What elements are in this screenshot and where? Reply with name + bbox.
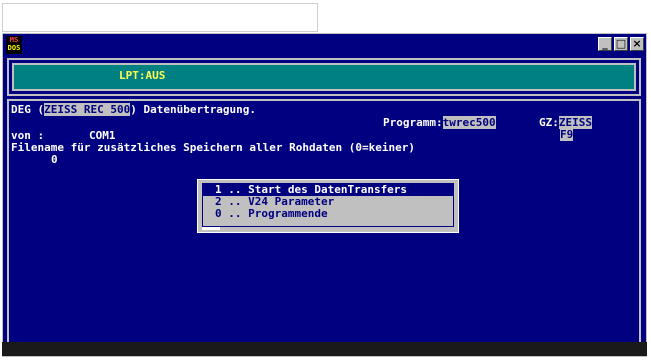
- gz-sub-line: F9: [560, 128, 574, 141]
- header-prefix: DEG (: [11, 103, 45, 116]
- menu-frame: 1 .. Start des DatenTransfers 2 .. V24 P…: [202, 183, 454, 227]
- window-controls: _ □ ×: [598, 37, 644, 51]
- main-panel: DEG (ZEISS REC 500) Datenübertragung. Pr…: [7, 99, 641, 345]
- text-cursor: [202, 227, 220, 230]
- status-bar: LPT:AUS: [12, 63, 636, 91]
- icon-text-top: MS: [9, 36, 19, 44]
- status-panel: LPT:AUS: [7, 58, 641, 96]
- bottom-strip: [2, 342, 647, 356]
- device-header-line: DEG (ZEISS REC 500) Datenübertragung.: [11, 103, 256, 116]
- dos-console-window[interactable]: MS DOS _ □ × LPT:AUS DEG (ZEISS REC 500)…: [2, 33, 647, 357]
- device-name-field[interactable]: ZEISS REC 500: [44, 103, 131, 116]
- programm-value[interactable]: twrec500: [442, 116, 496, 129]
- address-strip: [2, 3, 318, 32]
- programm-label: Programm:: [383, 116, 443, 129]
- programm-line: Programm:twrec500: [383, 116, 496, 129]
- main-menu: 1 .. Start des DatenTransfers 2 .. V24 P…: [197, 179, 459, 233]
- printer-status-label: LPT:AUS: [119, 69, 166, 82]
- menu-item-exit[interactable]: 0 .. Programmende: [203, 208, 453, 220]
- title-bar[interactable]: MS DOS _ □ ×: [3, 34, 646, 56]
- close-button[interactable]: ×: [630, 37, 644, 51]
- minimize-button[interactable]: _: [598, 37, 612, 51]
- gz-sub-value: F9: [560, 128, 574, 141]
- msdos-app-icon[interactable]: MS DOS: [6, 36, 22, 54]
- gz-label: GZ:: [539, 116, 559, 129]
- filename-prompt: Filename für zusätzliches Speichern alle…: [11, 141, 415, 154]
- maximize-button[interactable]: □: [614, 37, 628, 51]
- icon-text-bottom: DOS: [7, 44, 21, 52]
- filename-input[interactable]: 0: [51, 153, 58, 166]
- header-suffix: ) Datenübertragung.: [130, 103, 257, 116]
